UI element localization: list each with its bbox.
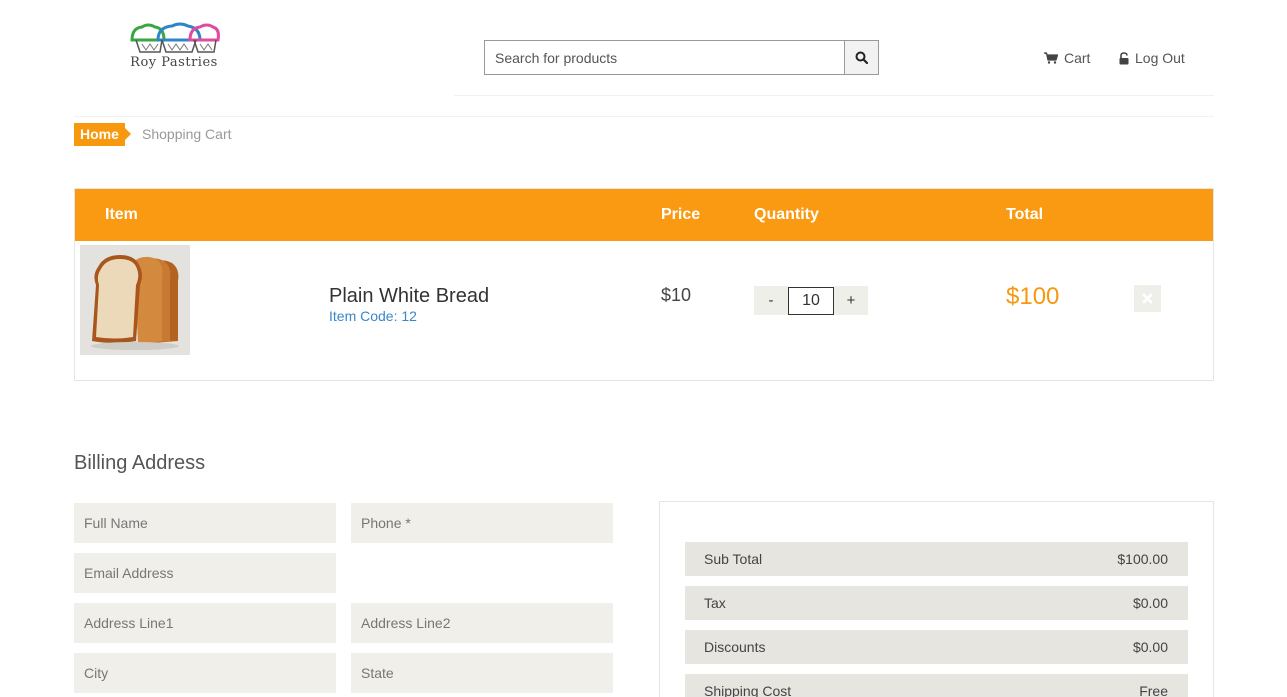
address-line1-field[interactable]	[74, 603, 336, 643]
breadcrumb-current: Shopping Cart	[142, 126, 232, 142]
product-price: $10	[661, 285, 692, 305]
column-total: Total	[1006, 206, 1044, 223]
bread-image	[80, 245, 190, 355]
column-price: Price	[661, 206, 701, 223]
cupcake-logo-icon	[130, 22, 220, 53]
summary-value: $100.00	[1117, 551, 1168, 567]
summary-value: $0.00	[1132, 595, 1168, 611]
summary-label: Shipping Cost	[704, 683, 792, 697]
product-image[interactable]	[80, 245, 190, 355]
product-code: Item Code: 12	[329, 308, 417, 324]
brand-logo[interactable]: Roy Pastries	[116, 22, 232, 74]
breadcrumb-home[interactable]: Home	[74, 123, 131, 146]
summary-row-subtotal: Sub Total $100.00	[685, 542, 1188, 576]
summary-row-tax: Tax $0.00	[685, 586, 1188, 620]
logout-link[interactable]: Log Out	[1119, 50, 1185, 66]
summary-label: Tax	[704, 595, 726, 611]
quantity-input[interactable]	[788, 286, 834, 315]
breadcrumb-divider	[74, 116, 1214, 117]
order-summary: Sub Total $100.00 Tax $0.00 Discounts $0…	[659, 501, 1214, 697]
quantity-stepper: - +	[754, 286, 868, 315]
close-icon	[1142, 293, 1153, 304]
summary-row-discounts: Discounts $0.00	[685, 630, 1188, 664]
unlock-icon	[1119, 51, 1129, 64]
cart-icon	[1044, 52, 1058, 64]
quantity-increment-button[interactable]: +	[834, 286, 868, 315]
state-field[interactable]	[351, 653, 613, 693]
column-quantity: Quantity	[754, 206, 819, 223]
column-item: Item	[105, 206, 138, 223]
summary-row-shipping: Shipping Cost Free	[685, 674, 1188, 697]
search-bar	[484, 40, 879, 75]
brand-name: Roy Pastries	[130, 55, 218, 70]
summary-label: Discounts	[704, 639, 766, 655]
search-input[interactable]	[484, 40, 844, 75]
header-divider	[454, 95, 1214, 96]
cart-link[interactable]: Cart	[1044, 50, 1090, 66]
cart-table-header: Item Price Quantity Total	[75, 189, 1213, 241]
summary-value: Free	[1139, 683, 1168, 697]
summary-value: $0.00	[1132, 639, 1168, 655]
full-name-field[interactable]	[74, 503, 336, 543]
product-name[interactable]: Plain White Bread	[329, 285, 489, 308]
search-button[interactable]	[844, 40, 879, 75]
phone-field[interactable]	[351, 503, 613, 543]
billing-address-title: Billing Address	[74, 452, 206, 474]
logout-label: Log Out	[1135, 50, 1185, 66]
city-field[interactable]	[74, 653, 336, 693]
search-icon	[855, 51, 868, 64]
cart-label: Cart	[1064, 50, 1091, 66]
remove-item-button[interactable]	[1134, 285, 1161, 312]
cart-table: Item Price Quantity Total Plain White Br…	[74, 188, 1214, 381]
product-total: $100	[1006, 283, 1060, 310]
quantity-decrement-button[interactable]: -	[754, 286, 788, 315]
address-line2-field[interactable]	[351, 603, 613, 643]
email-field[interactable]	[74, 553, 336, 593]
summary-label: Sub Total	[704, 551, 763, 567]
